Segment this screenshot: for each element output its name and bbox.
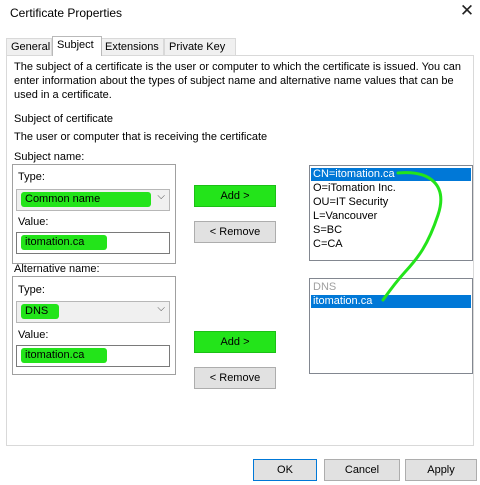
alternative-remove-button[interactable]: < Remove (194, 367, 276, 389)
alternative-list-header: DNS (313, 281, 337, 293)
alternative-value-label: Value: (18, 329, 49, 341)
cancel-button[interactable]: Cancel (324, 459, 400, 481)
tab-subject[interactable]: Subject (52, 36, 102, 56)
tab-general[interactable]: General (6, 38, 52, 55)
subject-value-input[interactable]: itomation.ca (16, 232, 170, 254)
alternative-type-select[interactable]: DNS ⌵ (16, 301, 170, 323)
subject-remove-button[interactable]: < Remove (194, 221, 276, 243)
alternative-value-input[interactable]: itomation.ca (16, 345, 170, 367)
close-icon[interactable]: ✕ (456, 1, 478, 21)
alternative-value-text: itomation.ca (21, 348, 107, 363)
window-title: Certificate Properties (10, 6, 123, 20)
subject-type-select[interactable]: Common name ⌵ (16, 189, 170, 211)
alternative-name-legend: Alternative name: (14, 263, 100, 275)
subject-type-value: Common name (21, 192, 151, 207)
subject-list-item[interactable]: L=Vancouver (311, 210, 471, 223)
subject-name-legend: Subject name: (14, 151, 85, 163)
subject-list-item[interactable]: S=BC (311, 224, 471, 237)
alternative-add-button[interactable]: Add > (194, 331, 276, 353)
alternative-type-label: Type: (18, 284, 45, 296)
apply-button[interactable]: Apply (405, 459, 477, 481)
subject-value-text: itomation.ca (21, 235, 107, 250)
receiving-text: The user or computer that is receiving t… (14, 131, 268, 143)
alternative-type-value: DNS (21, 304, 59, 319)
subject-type-label: Type: (18, 171, 45, 183)
alternative-list-item[interactable]: itomation.ca (311, 295, 471, 308)
chevron-down-icon: ⌵ (157, 303, 165, 314)
subject-list-item[interactable]: CN=itomation.ca (311, 168, 471, 181)
subject-add-button[interactable]: Add > (194, 185, 276, 207)
subject-list-item[interactable]: C=CA (311, 238, 471, 251)
subject-value-label: Value: (18, 216, 49, 228)
intro-text: The subject of a certificate is the user… (14, 61, 461, 101)
subject-list-item[interactable]: OU=IT Security (311, 196, 471, 209)
subject-list-item[interactable]: O=iTomation Inc. (311, 182, 471, 195)
ok-button[interactable]: OK (253, 459, 317, 481)
chevron-down-icon: ⌵ (157, 191, 165, 202)
subject-of-certificate-label: Subject of certificate (14, 113, 114, 125)
subject-values-list[interactable]: CN=itomation.ca O=iTomation Inc. OU=IT S… (309, 165, 473, 261)
tab-extensions[interactable]: Extensions (100, 38, 164, 55)
alternative-values-list[interactable]: DNS itomation.ca (309, 278, 473, 374)
tab-private-key[interactable]: Private Key (164, 38, 236, 55)
